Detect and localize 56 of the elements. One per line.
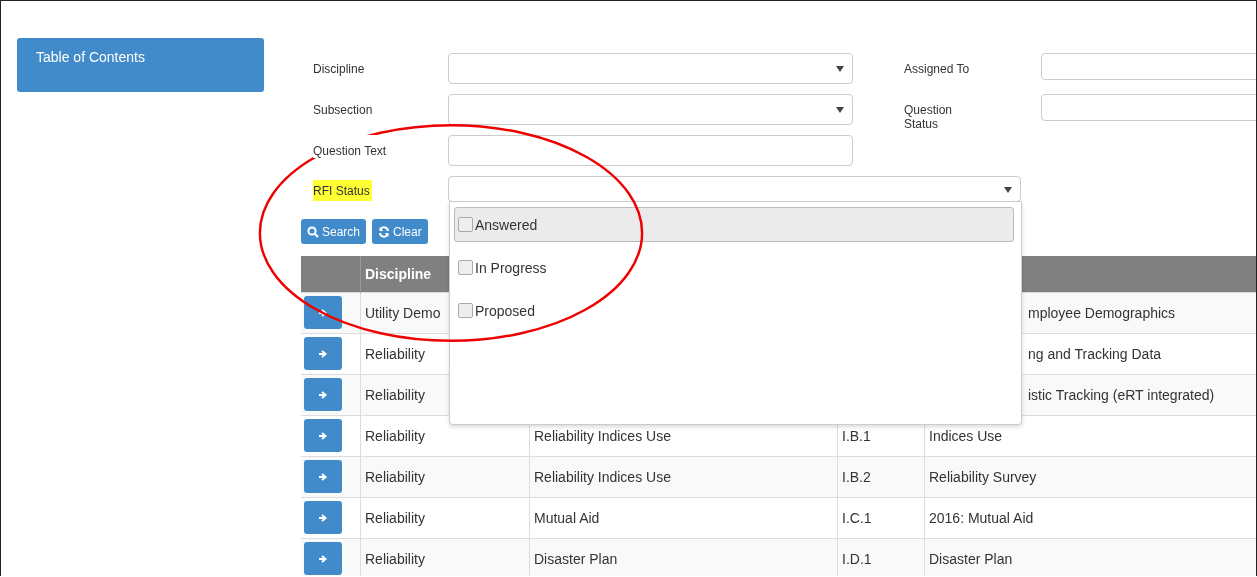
arrow-icon	[318, 553, 328, 564]
arrow-icon	[318, 348, 328, 359]
arrow-icon	[318, 512, 328, 523]
search-icon	[307, 225, 319, 238]
input-field[interactable]	[448, 135, 853, 166]
table-cell: Reliability	[365, 468, 425, 485]
table-cell: ng and Tracking Data	[1028, 345, 1162, 362]
search-button[interactable]: Search	[301, 219, 367, 244]
input-field[interactable]	[1041, 94, 1256, 121]
table-cell: I.B.2	[842, 468, 871, 485]
open-row-button[interactable]	[304, 378, 342, 411]
arrow-icon	[318, 389, 328, 400]
select-field[interactable]	[448, 94, 853, 125]
refresh-icon	[378, 225, 391, 238]
table-cell: I.C.1	[842, 509, 872, 526]
field-label: RFI Status	[313, 180, 372, 201]
open-row-button[interactable]	[304, 337, 342, 370]
table-cell: Disaster Plan	[534, 550, 618, 567]
table-cell: Reliability Indices Use	[534, 427, 671, 444]
table-cell: I.B.1	[842, 427, 871, 444]
open-row-button[interactable]	[304, 501, 342, 534]
table-cell: Reliability	[365, 550, 425, 567]
table-cell: Mutual Aid	[534, 509, 600, 526]
table-cell: Reliability	[365, 386, 425, 403]
table-cell: Reliability	[365, 345, 425, 362]
open-row-button[interactable]	[304, 460, 342, 493]
dropdown-option[interactable]: Proposed	[454, 293, 1014, 328]
caret-icon	[836, 107, 844, 113]
table-cell: Reliability Indices Use	[534, 468, 671, 485]
table-cell: 2016: Mutual Aid	[929, 509, 1034, 526]
open-row-button[interactable]	[304, 296, 342, 329]
checkbox[interactable]	[458, 217, 473, 232]
dropdown-option[interactable]: Answered	[454, 207, 1014, 242]
table-cell: Reliability	[365, 509, 425, 526]
caret-icon	[1004, 187, 1012, 193]
field-label: Question Text	[313, 135, 387, 158]
clear-button[interactable]: Clear	[372, 219, 428, 244]
checkbox[interactable]	[458, 260, 473, 275]
table-of-contents-button[interactable]: Table of Contents	[17, 38, 264, 92]
table-cell: Reliability	[365, 427, 425, 444]
open-row-button[interactable]	[304, 542, 342, 575]
table-cell: Indices Use	[929, 427, 1003, 444]
arrow-icon	[318, 471, 328, 482]
caret-icon	[836, 66, 844, 72]
input-field[interactable]	[1041, 53, 1256, 80]
table-cell: istic Tracking (eRT integrated)	[1028, 386, 1215, 403]
table-cell: Utility Demo	[365, 304, 441, 321]
table-cell: Disaster Plan	[929, 550, 1013, 567]
table-cell: mployee Demographics	[1028, 304, 1176, 321]
checkbox[interactable]	[458, 303, 473, 318]
open-row-button[interactable]	[304, 419, 342, 452]
table-cell: Reliability Survey	[929, 468, 1037, 485]
arrow-icon	[318, 430, 328, 441]
table-cell: I.D.1	[842, 550, 872, 567]
select-field[interactable]	[448, 53, 853, 84]
arrow-icon	[318, 307, 328, 318]
